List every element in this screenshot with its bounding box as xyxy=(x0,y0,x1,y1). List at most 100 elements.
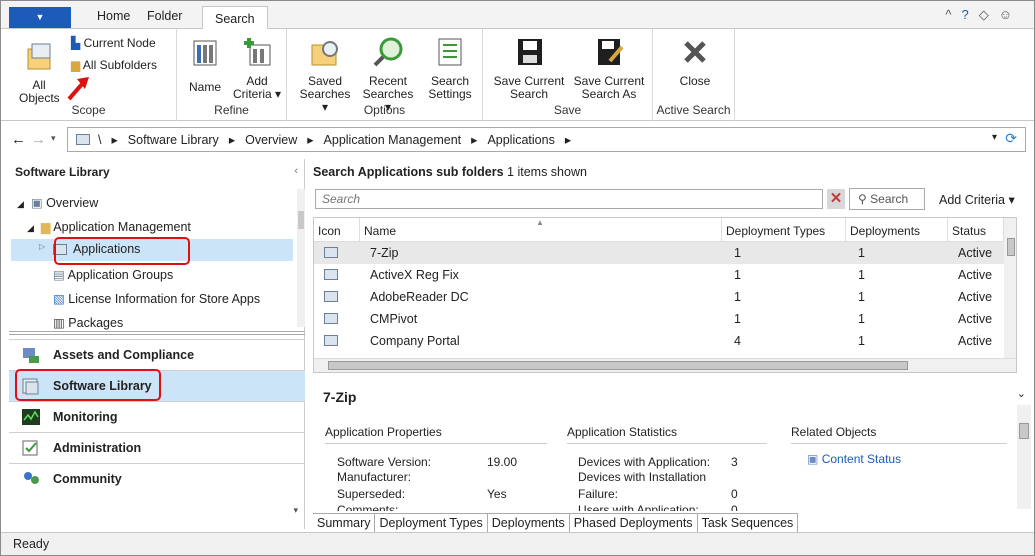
tree-item-application-groups[interactable]: ▤ Application Groups xyxy=(53,267,173,282)
table-row[interactable]: CMPivot 1 1 Active xyxy=(314,308,1004,330)
refresh-icon[interactable]: ⟳ xyxy=(1005,130,1017,147)
row-deployment-types: 1 xyxy=(734,268,741,282)
search-input[interactable] xyxy=(315,189,823,209)
workspace-label: Assets and Compliance xyxy=(53,348,195,362)
all-subfolders-button[interactable]: ▆ All Subfolders xyxy=(71,59,171,72)
tree-scroll-thumb[interactable] xyxy=(298,211,304,229)
active-search-group: Close Active Search xyxy=(653,29,735,121)
tab-summary[interactable]: Summary xyxy=(313,514,376,532)
detail-scrollbar[interactable] xyxy=(1017,405,1031,509)
expand-icon: ◢ xyxy=(17,199,24,209)
navigation-pane: Software Library ‹ ◢ ▣ Overview ◢ ▆ Appl… xyxy=(9,159,305,529)
tab-phased-deployments[interactable]: Phased Deployments xyxy=(570,514,698,532)
back-button[interactable]: ← xyxy=(11,131,26,148)
tab-home[interactable]: Home xyxy=(97,9,130,23)
tree-item-packages[interactable]: ▥ Packages xyxy=(53,315,123,330)
address-bar[interactable]: \ ▸ Software Library ▸ Overview ▸ Applic… xyxy=(67,127,1026,152)
row-name: AdobeReader DC xyxy=(370,290,469,304)
row-status: Active xyxy=(958,290,993,304)
feedback-icon[interactable]: ☺ xyxy=(999,7,1022,22)
workspace-label: Monitoring xyxy=(53,410,118,424)
app-menu-button[interactable]: ▼ xyxy=(9,7,71,28)
comments-label: Comments: xyxy=(337,503,399,511)
row-deployment-types: 1 xyxy=(734,246,741,260)
breadcrumb-applications[interactable]: Applications xyxy=(487,133,554,147)
workspace-administration[interactable]: Administration xyxy=(9,432,305,463)
nav-pane-title: Software Library xyxy=(15,165,110,179)
save-search-as-button[interactable]: Save Current Search As xyxy=(569,35,649,101)
tab-deployment-types[interactable]: Deployment Types xyxy=(375,514,488,532)
address-dropdown-icon[interactable]: ▾ xyxy=(992,132,997,143)
breadcrumb-sep: ▸ xyxy=(564,133,572,147)
row-deployment-types: 1 xyxy=(734,290,741,304)
column-icon[interactable]: Icon xyxy=(314,218,360,242)
column-status[interactable]: Status xyxy=(948,218,1004,242)
tree-item-application-management[interactable]: ◢ ▆ Application Management xyxy=(27,219,191,234)
table-row[interactable]: ActiveX Reg Fix 1 1 Active xyxy=(314,264,1004,286)
add-criteria-ribbon-button[interactable]: Add Criteria ▾ xyxy=(231,35,283,101)
detail-collapse-icon[interactable]: ⌄ xyxy=(1017,387,1026,400)
application-properties-heading: Application Properties xyxy=(325,425,547,444)
ribbon-tab-bar: ▼ Home Folder Search ^?◇☺ xyxy=(1,1,1034,30)
application-icon xyxy=(324,313,338,324)
breadcrumb-overview[interactable]: Overview xyxy=(245,133,297,147)
recent-search-icon xyxy=(373,37,403,67)
column-deployments[interactable]: Deployments xyxy=(846,218,948,242)
add-criteria-link[interactable]: Add Criteria ▾ xyxy=(939,192,1015,207)
related-objects-heading: Related Objects xyxy=(791,425,1007,444)
table-row[interactable]: Company Portal 4 1 Active xyxy=(314,330,1004,352)
software-version-label: Software Version: xyxy=(337,455,432,469)
tree-item-license-info[interactable]: ▧ License Information for Store Apps xyxy=(53,291,260,306)
tree-label-app-mgmt: Application Management xyxy=(53,220,191,234)
help-icon[interactable]: ? xyxy=(961,7,978,22)
breadcrumb-software-library[interactable]: Software Library xyxy=(128,133,219,147)
collapse-nav-icon[interactable]: ‹ xyxy=(294,165,298,177)
current-node-button[interactable]: ▙ Current Node xyxy=(71,37,171,50)
table-vertical-scrollbar[interactable] xyxy=(1004,218,1016,358)
current-node-icon: ▙ xyxy=(71,36,81,50)
all-subfolders-label: All Subfolders xyxy=(82,58,157,72)
results-count: 1 items shown xyxy=(503,165,587,179)
table-hscroll-thumb[interactable] xyxy=(328,361,908,370)
detail-title: 7-Zip xyxy=(323,389,357,405)
pane-splitter[interactable] xyxy=(9,331,305,335)
breadcrumb-application-management[interactable]: Application Management xyxy=(324,133,462,147)
table-row[interactable]: AdobeReader DC 1 1 Active xyxy=(314,286,1004,308)
table-horizontal-scrollbar[interactable] xyxy=(314,358,1016,372)
administration-icon xyxy=(22,440,38,456)
tree-scrollbar[interactable] xyxy=(297,189,305,327)
app-groups-icon: ▤ xyxy=(53,268,65,282)
floppy-disk-icon xyxy=(518,39,542,65)
tab-deployments[interactable]: Deployments xyxy=(488,514,570,532)
save-current-search-button[interactable]: Save Current Search xyxy=(489,35,569,101)
notification-icon[interactable]: ◇ xyxy=(979,7,999,22)
search-settings-button[interactable]: Search Settings xyxy=(423,35,477,101)
all-objects-button[interactable]: All Objects xyxy=(19,39,60,105)
main-pane: Search Applications sub folders 1 items … xyxy=(307,159,1032,532)
history-dropdown-button[interactable]: ▾ xyxy=(51,133,56,144)
tab-search[interactable]: Search xyxy=(202,6,268,30)
tree-label-packages: Packages xyxy=(68,316,124,330)
clear-search-button[interactable]: ✕ xyxy=(827,189,845,209)
column-deployment-types[interactable]: Deployment Types xyxy=(722,218,846,242)
workspace-monitoring[interactable]: Monitoring xyxy=(9,401,305,432)
detail-scroll-thumb[interactable] xyxy=(1019,423,1029,439)
breadcrumb-root[interactable]: \ xyxy=(98,133,101,147)
name-button[interactable]: Name xyxy=(185,35,225,94)
search-button[interactable]: ⚲ Search xyxy=(849,188,925,210)
workspace-assets-and-compliance[interactable]: Assets and Compliance xyxy=(9,339,305,370)
close-search-button[interactable]: Close xyxy=(673,35,717,88)
workspace-more-icon[interactable]: ▾ xyxy=(293,505,298,516)
row-status: Active xyxy=(958,334,993,348)
table-row[interactable]: 7-Zip 1 1 Active xyxy=(314,242,1004,264)
workspace-community[interactable]: Community xyxy=(9,463,305,494)
tab-task-sequences[interactable]: Task Sequences xyxy=(698,514,799,532)
table-scroll-thumb[interactable] xyxy=(1007,238,1015,256)
red-arrow-icon xyxy=(67,77,89,101)
tab-folder[interactable]: Folder xyxy=(147,9,182,23)
content-status-link[interactable]: ▣ Content Status xyxy=(807,452,901,466)
tree-item-overview[interactable]: ◢ ▣ Overview xyxy=(17,195,98,210)
collapse-ribbon-icon[interactable]: ^ xyxy=(945,7,961,22)
folder-icon: ▆ xyxy=(40,220,51,234)
forward-button[interactable]: → xyxy=(31,131,46,148)
